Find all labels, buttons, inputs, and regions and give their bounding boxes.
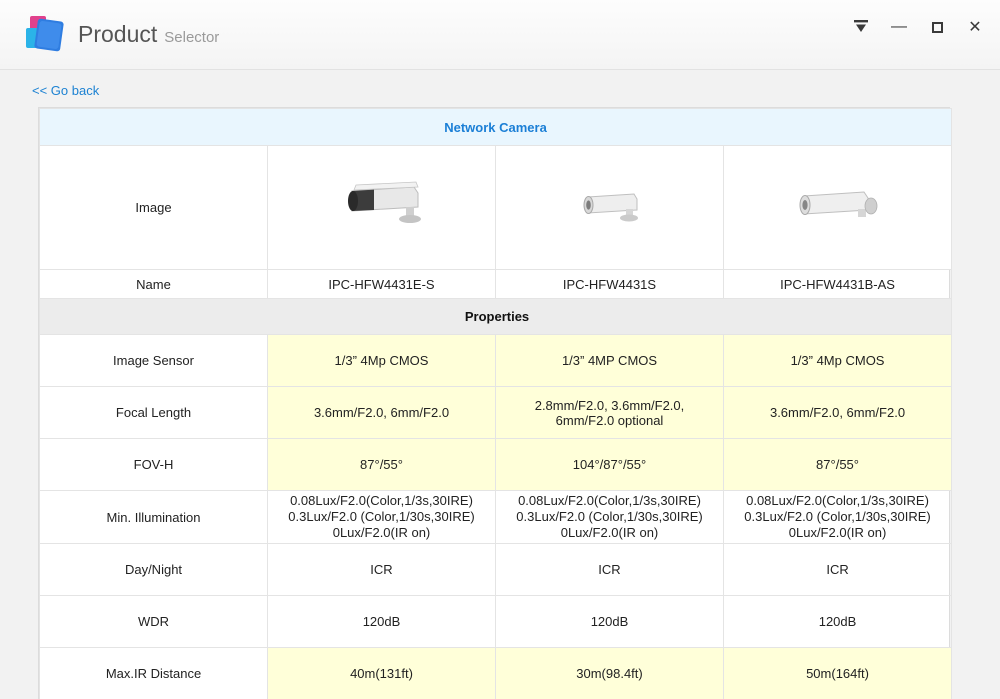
app-logo-icon bbox=[24, 14, 66, 56]
go-back-link[interactable]: << Go back bbox=[32, 83, 99, 98]
property-value: 0.08Lux/F2.0(Color,1/3s,30IRE) 0.3Lux/F2… bbox=[268, 491, 496, 544]
product-name: IPC-HFW4431S bbox=[496, 270, 724, 299]
property-label: Max.IR Distance bbox=[40, 648, 268, 699]
product-image-cell bbox=[496, 146, 724, 270]
property-value: 1/3” 4MP CMOS bbox=[496, 335, 724, 387]
property-value: 120dB bbox=[724, 596, 952, 648]
property-row-day-night: Day/Night ICR ICR ICR bbox=[40, 544, 952, 596]
property-label: Focal Length bbox=[40, 387, 268, 439]
property-value: 50m(164ft) bbox=[724, 648, 952, 699]
property-label: FOV-H bbox=[40, 439, 268, 491]
product-name: IPC-HFW4431B-AS bbox=[724, 270, 952, 299]
minimize-button[interactable]: — bbox=[888, 16, 910, 38]
app-title: Product Selector bbox=[78, 21, 219, 48]
property-value: 3.6mm/F2.0, 6mm/F2.0 bbox=[724, 387, 952, 439]
product-image-cell bbox=[268, 146, 496, 270]
camera-image-3 bbox=[778, 180, 898, 235]
property-value: 120dB bbox=[268, 596, 496, 648]
property-value: 120dB bbox=[496, 596, 724, 648]
minimize-glyph: — bbox=[891, 22, 907, 32]
property-value: 0.08Lux/F2.0(Color,1/3s,30IRE) 0.3Lux/F2… bbox=[496, 491, 724, 544]
maximize-glyph bbox=[932, 22, 943, 33]
property-value: 40m(131ft) bbox=[268, 648, 496, 699]
property-label: Day/Night bbox=[40, 544, 268, 596]
property-row-max-ir-distance: Max.IR Distance 40m(131ft) 30m(98.4ft) 5… bbox=[40, 648, 952, 699]
property-row-fov-h: FOV-H 87°/55° 104°/87°/55° 87°/55° bbox=[40, 439, 952, 491]
name-row-label: Name bbox=[40, 270, 268, 299]
property-value: 2.8mm/F2.0, 3.6mm/F2.0, 6mm/F2.0 optiona… bbox=[496, 387, 724, 439]
property-value: 0.08Lux/F2.0(Color,1/3s,30IRE) 0.3Lux/F2… bbox=[724, 491, 952, 544]
property-label: WDR bbox=[40, 596, 268, 648]
properties-header: Properties bbox=[40, 299, 952, 335]
name-row: Name IPC-HFW4431E-S IPC-HFW4431S IPC-HFW… bbox=[40, 270, 952, 299]
camera-image-2 bbox=[560, 181, 660, 234]
property-label: Min. Illumination bbox=[40, 491, 268, 544]
camera-image-1 bbox=[322, 177, 442, 238]
page-body: << Go back Network Camera Image bbox=[0, 70, 1000, 699]
product-image-cell bbox=[724, 146, 952, 270]
property-value: 1/3” 4Mp CMOS bbox=[724, 335, 952, 387]
property-value: ICR bbox=[724, 544, 952, 596]
close-button[interactable]: ✕ bbox=[964, 16, 986, 38]
property-value: 1/3” 4Mp CMOS bbox=[268, 335, 496, 387]
property-label: Image Sensor bbox=[40, 335, 268, 387]
maximize-button[interactable] bbox=[926, 16, 948, 38]
property-row-wdr: WDR 120dB 120dB 120dB bbox=[40, 596, 952, 648]
property-row-min-illumination: Min. Illumination 0.08Lux/F2.0(Color,1/3… bbox=[40, 491, 952, 544]
close-glyph: ✕ bbox=[968, 17, 981, 37]
property-row-focal-length: Focal Length 3.6mm/F2.0, 6mm/F2.0 2.8mm/… bbox=[40, 387, 952, 439]
property-value: 87°/55° bbox=[268, 439, 496, 491]
property-row-image-sensor: Image Sensor 1/3” 4Mp CMOS 1/3” 4MP CMOS… bbox=[40, 335, 952, 387]
image-row: Image bbox=[40, 146, 952, 270]
properties-header-row: Properties bbox=[40, 299, 952, 335]
product-comparison-table: Network Camera Image bbox=[38, 107, 950, 699]
product-name: IPC-HFW4431E-S bbox=[268, 270, 496, 299]
titlebar: Product Selector — ✕ bbox=[0, 0, 1000, 70]
property-value: ICR bbox=[496, 544, 724, 596]
property-value: 104°/87°/55° bbox=[496, 439, 724, 491]
property-value: 30m(98.4ft) bbox=[496, 648, 724, 699]
app-title-primary: Product bbox=[78, 21, 157, 48]
app-title-secondary: Selector bbox=[164, 29, 219, 46]
menu-icon[interactable] bbox=[850, 16, 872, 38]
property-value: 87°/55° bbox=[724, 439, 952, 491]
image-row-label: Image bbox=[40, 146, 268, 270]
property-value: ICR bbox=[268, 544, 496, 596]
table-title: Network Camera bbox=[40, 109, 952, 146]
window-controls: — ✕ bbox=[850, 16, 986, 38]
property-value: 3.6mm/F2.0, 6mm/F2.0 bbox=[268, 387, 496, 439]
